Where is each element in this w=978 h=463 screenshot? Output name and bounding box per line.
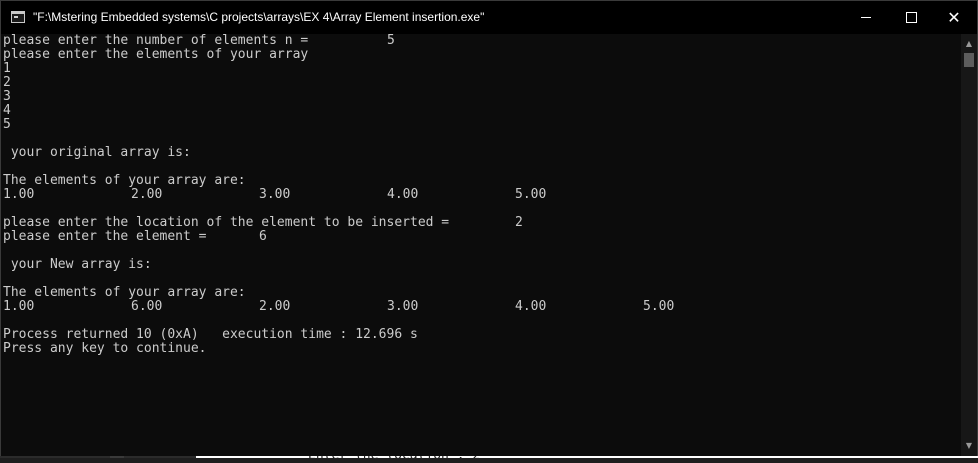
console-window: "F:\Mstering Embedded systems\C projects… — [0, 0, 978, 456]
close-icon: ✕ — [947, 7, 961, 27]
array-value: 2.00 — [131, 187, 163, 202]
window-title: "F:\Mstering Embedded systems\C projects… — [33, 10, 485, 24]
input-value: 1 — [3, 61, 11, 76]
array-value: 2.00 — [259, 299, 291, 314]
minimize-button[interactable] — [843, 1, 889, 34]
input-location-value: 2 — [515, 215, 523, 230]
minimize-icon — [861, 17, 871, 18]
title-bar[interactable]: "F:\Mstering Embedded systems\C projects… — [1, 1, 977, 34]
elements-heading: The elements of your array are: — [3, 285, 246, 300]
input-n-value: 5 — [387, 34, 395, 48]
original-array-heading: your original array is: — [3, 145, 191, 160]
prompt-enter-elements: please enter the elements of your array — [3, 47, 309, 62]
array-value: 3.00 — [387, 299, 419, 314]
console-app-icon[interactable] — [11, 11, 25, 23]
new-array-heading: your New array is: — [3, 257, 152, 272]
array-value: 4.00 — [515, 299, 547, 314]
close-button[interactable]: ✕ — [931, 1, 977, 34]
press-any-key-message: Press any key to continue. — [3, 341, 207, 356]
input-value: 3 — [3, 89, 11, 104]
scroll-down-arrow-icon[interactable]: ▼ — [961, 438, 977, 454]
prompt-element: please enter the element = — [3, 229, 207, 244]
array-value: 1.00 — [3, 187, 35, 202]
array-value: 5.00 — [643, 299, 675, 314]
array-value: 3.00 — [259, 187, 291, 202]
input-value: 4 — [3, 103, 11, 118]
console-output[interactable]: please enter the number of elements n = … — [1, 34, 961, 456]
array-value: 6.00 — [131, 299, 163, 314]
scroll-up-arrow-icon[interactable]: ▲ — [961, 36, 977, 52]
scrollbar-thumb[interactable] — [964, 53, 974, 67]
elements-heading: The elements of your array are: — [3, 173, 246, 188]
array-value: 1.00 — [3, 299, 35, 314]
input-element-value: 6 — [259, 229, 267, 244]
process-returned-status: Process returned 10 (0xA) execution time… — [3, 327, 418, 342]
maximize-button[interactable] — [888, 1, 934, 34]
array-value: 4.00 — [387, 187, 419, 202]
input-value: 5 — [3, 117, 11, 132]
maximize-icon — [905, 12, 917, 23]
prompt-location: please enter the location of the element… — [3, 215, 450, 230]
prompt-number-of-elements: please enter the number of elements n = — [3, 34, 309, 48]
input-value: 2 — [3, 75, 11, 90]
vertical-scrollbar[interactable]: ▲ ▼ — [961, 34, 977, 456]
array-value: 5.00 — [515, 187, 547, 202]
